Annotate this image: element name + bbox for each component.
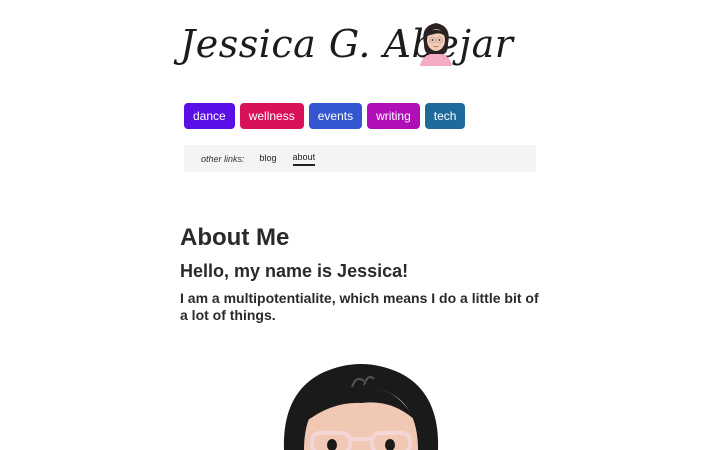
- category-nav: dance wellness events writing tech: [184, 103, 466, 129]
- site-title[interactable]: Jessica G. Abejar: [180, 22, 513, 66]
- category-writing-button[interactable]: writing: [367, 103, 420, 129]
- other-links-label: other links:: [201, 153, 245, 164]
- category-wellness-button[interactable]: wellness: [239, 103, 304, 129]
- category-tech-button[interactable]: tech: [424, 103, 466, 129]
- avatar-icon: [420, 23, 452, 66]
- greeting-heading: Hello, my name is Jessica!: [180, 261, 409, 281]
- category-dance-button[interactable]: dance: [184, 103, 235, 129]
- other-links-bar: other links: blog about: [184, 145, 536, 172]
- portrait-illustration: [283, 364, 439, 450]
- about-link[interactable]: about: [292, 152, 316, 166]
- intro-text: I am a multipotentialite, which means I …: [180, 290, 539, 323]
- blog-link[interactable]: blog: [260, 153, 277, 165]
- category-events-button[interactable]: events: [308, 103, 363, 129]
- page-title: About Me: [180, 224, 290, 251]
